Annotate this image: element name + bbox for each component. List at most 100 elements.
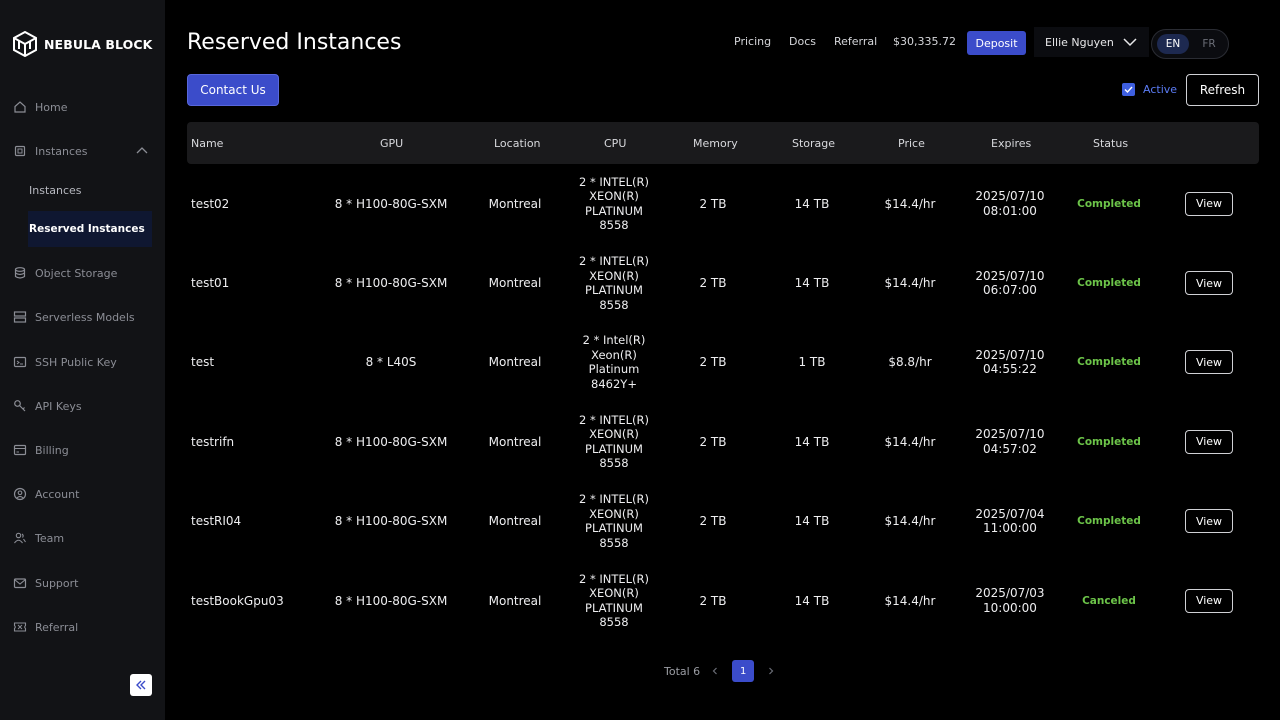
cell-expires-lines: 2025/07/04 11:00:00: [975, 507, 1044, 536]
active-filter[interactable]: Active: [1122, 83, 1177, 96]
cell-cpu: 2 * INTEL(R) XEON(R) PLATINUM 8558: [574, 243, 654, 322]
status-badge: Completed: [1077, 356, 1141, 369]
sidebar-item-label: API Keys: [35, 399, 82, 413]
cell-location: Montreal: [488, 434, 542, 449]
cell-name: test01: [191, 276, 230, 291]
cell-location: Montreal: [488, 514, 542, 529]
cell-expires: 2025/07/10 06:07:00: [960, 243, 1060, 322]
logo[interactable]: NEBULA BLOCK: [13, 31, 152, 57]
cell-name: testBookGpu03: [191, 593, 284, 608]
prev-page-button[interactable]: [708, 664, 722, 678]
cell-expires-line: 2025/07/10: [975, 347, 1045, 362]
chevron-up-icon[interactable]: [136, 145, 148, 157]
column-header-status: Status: [1093, 136, 1129, 150]
sidebar-item-team[interactable]: Team: [0, 523, 165, 553]
cell-expires-lines: 2025/07/10 08:01:00: [975, 189, 1044, 218]
ticket-icon: [13, 620, 27, 634]
cell-cpu-line: XEON(R): [589, 586, 639, 601]
contact-us-button[interactable]: Contact Us: [187, 74, 279, 106]
double-chevron-left-icon: [136, 680, 146, 690]
cell-expires-lines: 2025/07/10 04:55:22: [975, 348, 1044, 377]
table-row: test01 8 * H100-80G-SXM Montreal 2 * INTEL(…: [187, 243, 1259, 322]
cell-cpu: 2 * INTEL(R) XEON(R) PLATINUM 8558: [574, 402, 654, 481]
page-1-button[interactable]: 1: [732, 660, 755, 682]
cell-location: Montreal: [488, 276, 542, 291]
sidebar-item-api-keys[interactable]: API Keys: [0, 391, 165, 421]
chevron-left-icon: [712, 667, 718, 675]
sidebar-subitem-reserved-instances[interactable]: Reserved Instances: [28, 211, 152, 247]
active-checkbox[interactable]: [1122, 83, 1135, 96]
status-badge: Canceled: [1082, 594, 1136, 607]
cell-cpu: 2 * INTEL(R) XEON(R) PLATINUM 8558: [574, 164, 654, 243]
sidebar-item-serverless-models[interactable]: Serverless Models: [0, 302, 165, 332]
cell-storage: 1 TB: [798, 355, 826, 370]
cell-cpu-line: 8558: [599, 615, 629, 630]
cell-expires-line: 2025/07/10: [975, 189, 1045, 204]
chevron-right-icon: [769, 667, 774, 675]
cell-gpu: 8 * H100-80G-SXM: [334, 593, 448, 608]
cell-expires-lines: 2025/07/03 10:00:00: [975, 586, 1044, 615]
cell-cpu-line: PLATINUM: [585, 283, 643, 298]
view-button[interactable]: View: [1185, 509, 1233, 534]
nebula-cube-icon: [13, 31, 37, 57]
database-icon: [13, 266, 27, 280]
chevron-down-icon: [1123, 38, 1137, 47]
sidebar-item-account[interactable]: Account: [0, 479, 165, 509]
view-button[interactable]: View: [1185, 271, 1233, 296]
sidebar-item-support[interactable]: Support: [0, 568, 165, 598]
cell-cpu-line: 8558: [599, 456, 629, 471]
mail-icon: [13, 576, 27, 590]
active-label: Active: [1143, 83, 1178, 96]
cell-price: $14.4/hr: [884, 514, 936, 529]
cell-memory: 2 TB: [699, 355, 727, 370]
cell-cpu: 2 * INTEL(R) XEON(R) PLATINUM 8558: [574, 561, 654, 640]
reserved-instances-table: Name GPU Location CPU Memory Storage Pri…: [187, 122, 1259, 640]
table-row: test 8 * L40S Montreal 2 * Intel(R) Xeon(R) P…: [187, 323, 1259, 402]
cell-gpu: 8 * H100-80G-SXM: [334, 196, 448, 211]
refresh-button[interactable]: Refresh: [1186, 74, 1259, 106]
pagination: Total 6 1: [664, 660, 778, 682]
cell-price: $14.4/hr: [884, 276, 936, 291]
view-button[interactable]: View: [1185, 429, 1233, 454]
column-header-name: Name: [191, 136, 224, 150]
sidebar-item-billing[interactable]: Billing: [0, 435, 165, 465]
view-button[interactable]: View: [1185, 191, 1233, 216]
sidebar-item-label: Serverless Models: [35, 310, 135, 324]
view-button[interactable]: View: [1185, 350, 1233, 375]
cell-expires: 2025/07/10 04:55:22: [960, 323, 1060, 402]
collapse-sidebar-button[interactable]: [130, 674, 152, 696]
sidebar-item-home[interactable]: Home: [0, 92, 165, 122]
referral-link[interactable]: Referral: [834, 35, 877, 48]
lang-en-option[interactable]: EN: [1157, 34, 1189, 54]
cell-expires-line: 04:57:02: [983, 441, 1037, 456]
cell-cpu-line: Platinum: [588, 362, 640, 377]
sidebar-item-object-storage[interactable]: Object Storage: [0, 258, 165, 288]
cell-cpu-line: 8558: [599, 218, 629, 233]
pricing-link[interactable]: Pricing: [734, 35, 771, 48]
cell-memory: 2 TB: [699, 593, 727, 608]
next-page-button[interactable]: [764, 664, 778, 678]
column-header-price: Price: [898, 136, 925, 150]
chip-icon: [13, 144, 27, 158]
cell-cpu-lines: 2 * INTEL(R) XEON(R) PLATINUM 8558: [579, 254, 649, 312]
cell-memory: 2 TB: [699, 514, 727, 529]
docs-link[interactable]: Docs: [789, 35, 816, 48]
sidebar-item-label: Team: [35, 531, 65, 545]
status-badge: Completed: [1077, 435, 1141, 448]
deposit-button[interactable]: Deposit: [967, 31, 1026, 55]
user-menu[interactable]: Ellie Nguyen: [1034, 27, 1149, 57]
view-button[interactable]: View: [1185, 588, 1233, 613]
table-header: Name GPU Location CPU Memory Storage Pri…: [187, 122, 1259, 164]
cell-cpu-line: XEON(R): [589, 427, 639, 442]
sidebar-item-label: Instances: [35, 144, 88, 158]
column-header-gpu: GPU: [380, 136, 404, 150]
sidebar-item-ssh-public-key[interactable]: SSH Public Key: [0, 347, 165, 377]
lang-fr-option[interactable]: FR: [1196, 34, 1222, 54]
sidebar-subitem-instances[interactable]: Instances: [29, 172, 82, 208]
sidebar-item-referral[interactable]: Referral: [0, 612, 165, 642]
cell-expires-line: 2025/07/04: [975, 506, 1045, 521]
cell-location: Montreal: [488, 196, 542, 211]
sidebar-item-instances[interactable]: Instances: [0, 136, 165, 166]
home-icon: [13, 100, 27, 114]
cell-action: View: [1185, 402, 1233, 481]
